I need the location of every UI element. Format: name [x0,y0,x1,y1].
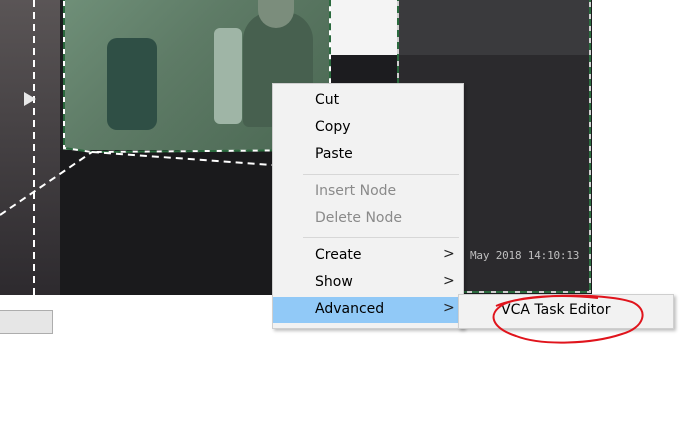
menu-item-label: Create [315,247,362,263]
menu-item-copy[interactable]: Copy [273,115,463,141]
menu-item-paste[interactable]: Paste [273,142,463,168]
menu-item-advanced[interactable]: Advanced > [273,297,463,323]
menu-separator [303,174,459,175]
direction-arrow-icon[interactable] [24,92,36,106]
red-annotation-ellipse [492,294,644,344]
context-menu: Cut Copy Paste Insert Node Delete Node C… [272,83,464,329]
menu-item-show[interactable]: Show > [273,270,463,296]
menu-item-create[interactable]: Create > [273,243,463,269]
menu-item-label: Copy [315,119,351,135]
zone-outline-diagonal [0,151,93,216]
toolbar-button[interactable] [0,310,53,334]
zone-outline-mid [91,151,273,166]
menu-item-label: Cut [315,92,340,108]
menu-item-label: Paste [315,146,353,162]
menu-item-label: Insert Node [315,183,397,199]
menu-item-label: Advanced [315,301,385,317]
chevron-right-icon: > [443,273,455,289]
menu-item-insert-node: Insert Node [273,179,463,205]
chevron-right-icon: > [443,300,455,316]
menu-separator [303,237,459,238]
menu-item-label: Delete Node [315,210,402,226]
menu-item-cut[interactable]: Cut [273,88,463,114]
menu-item-delete-node: Delete Node [273,206,463,232]
menu-item-label: Show [315,274,353,290]
chevron-right-icon: > [443,246,455,262]
